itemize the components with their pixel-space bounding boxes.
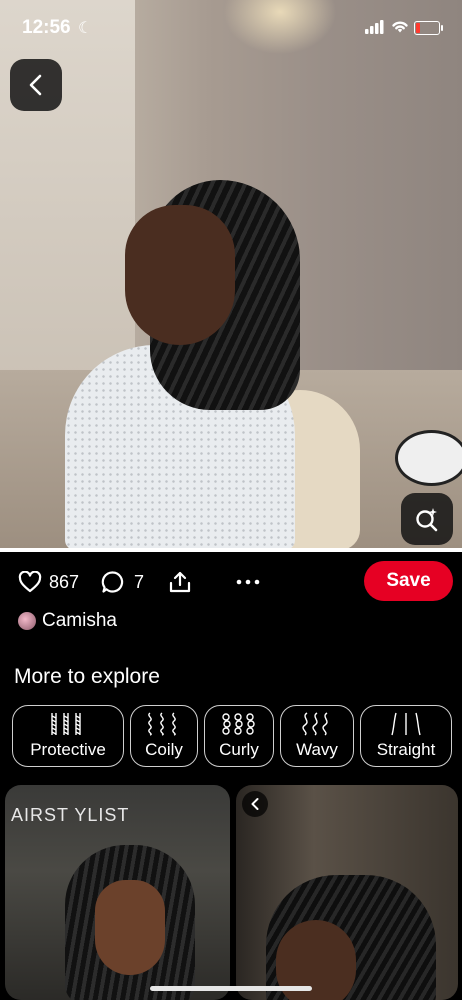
more-options-button[interactable] <box>236 579 260 585</box>
chip-straight[interactable]: Straight <box>360 705 452 767</box>
comment-count: 7 <box>134 571 145 592</box>
pin-author[interactable]: Camisha <box>18 610 117 632</box>
curly-icon <box>222 713 255 735</box>
home-indicator <box>150 986 312 991</box>
signal-icon <box>365 20 384 34</box>
chip-label: Coily <box>145 740 183 759</box>
share-button[interactable] <box>168 570 192 594</box>
back-button[interactable] <box>10 59 62 111</box>
status-time: 12:56 <box>22 17 71 38</box>
chip-coily[interactable]: Coily <box>130 705 198 767</box>
ellipsis-icon <box>236 579 260 585</box>
image-divider <box>0 548 462 552</box>
section-title: More to explore <box>14 665 160 688</box>
result-pin-1[interactable]: AIRST YLIST <box>5 785 230 1000</box>
pin-actions: 867 7 <box>18 566 260 598</box>
save-button[interactable]: Save <box>364 561 453 601</box>
chip-label: Straight <box>376 740 436 759</box>
card-overlay-text: AIRST YLIST <box>11 805 130 825</box>
wavy-icon <box>302 712 328 736</box>
like-count: 867 <box>49 571 80 592</box>
chip-label: Wavy <box>296 740 338 759</box>
lens-sparkle-icon <box>416 508 438 532</box>
wifi-icon <box>392 21 408 33</box>
chevron-left-icon <box>251 798 259 810</box>
chip-curly[interactable]: Curly <box>204 705 274 767</box>
share-icon <box>169 571 191 593</box>
moon-icon: ☾ <box>78 20 93 37</box>
chip-wavy[interactable]: Wavy <box>280 705 354 767</box>
author-name: Camisha <box>42 610 117 631</box>
chip-protective[interactable]: Protective <box>12 705 124 767</box>
comment-icon <box>101 571 124 593</box>
result-pin-2[interactable] <box>236 785 458 1000</box>
pin-image[interactable] <box>0 0 462 548</box>
like-button[interactable]: 867 <box>18 571 79 593</box>
chip-label: Protective <box>30 740 106 759</box>
avatar <box>18 612 36 630</box>
status-bar: 12:56 ☾ <box>0 0 462 52</box>
chip-label: Curly <box>219 740 259 759</box>
explore-chips: Protective Coily Curly Wavy Straight <box>12 705 452 767</box>
braids-icon <box>51 713 81 735</box>
chevron-left-icon <box>29 74 42 96</box>
coily-icon <box>148 712 176 736</box>
heart-icon <box>18 571 42 593</box>
straight-icon <box>391 712 421 736</box>
visual-search-button[interactable] <box>401 493 453 545</box>
battery-icon <box>414 21 443 35</box>
card-back-button[interactable] <box>242 791 268 817</box>
comment-button[interactable]: 7 <box>101 570 144 594</box>
